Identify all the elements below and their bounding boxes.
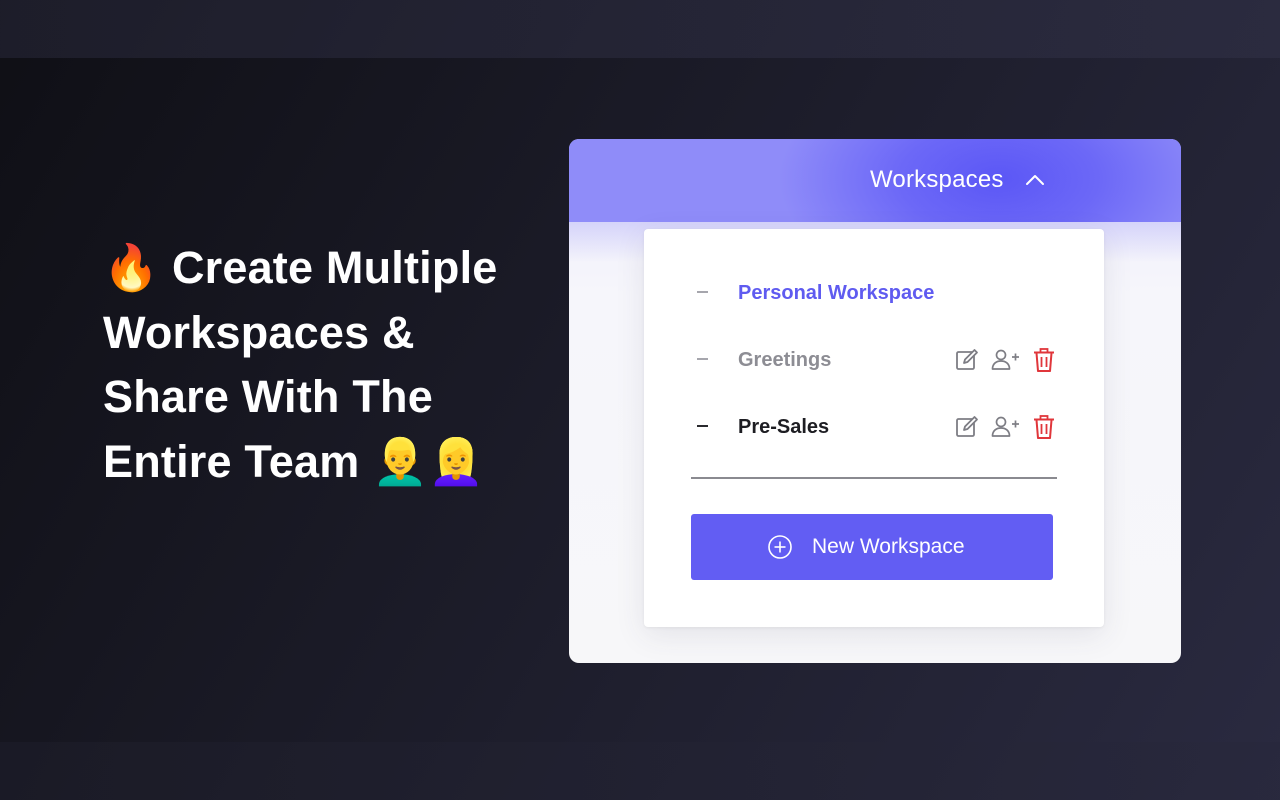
new-workspace-label: New Workspace [812, 535, 965, 558]
dash-icon [697, 358, 708, 360]
workspaces-header[interactable]: Workspaces [569, 139, 1181, 222]
top-band [0, 0, 1280, 58]
headline: 🔥 Create Multiple Workspaces & Share Wit… [103, 236, 543, 494]
new-workspace-button[interactable]: New Workspace [691, 514, 1053, 580]
team-emoji-icon: 👱‍♂️👱‍♀️ [372, 434, 485, 488]
workspace-item-greetings[interactable]: Greetings [644, 337, 1104, 381]
workspace-label[interactable]: Greetings [738, 348, 831, 372]
headline-line-1: 🔥 Create Multiple [103, 241, 498, 294]
trash-icon[interactable] [1031, 347, 1057, 373]
divider [691, 477, 1057, 479]
trash-icon[interactable] [1031, 414, 1057, 440]
workspaces-title: Workspaces [870, 166, 1004, 193]
add-user-icon[interactable] [990, 414, 1020, 440]
add-user-icon[interactable] [990, 347, 1020, 373]
headline-line-2: Workspaces & [103, 306, 415, 358]
workspace-item-personal[interactable]: Personal Workspace [644, 270, 1104, 314]
workspace-actions [954, 414, 1064, 440]
workspace-actions [954, 347, 1064, 373]
chevron-up-icon[interactable] [1024, 170, 1046, 190]
workspace-panel: Personal Workspace Greetings Pre-Sales N… [644, 229, 1104, 627]
fire-emoji-icon: 🔥 [103, 241, 160, 294]
edit-icon[interactable] [954, 414, 980, 440]
dash-icon [697, 425, 708, 427]
edit-icon[interactable] [954, 347, 980, 373]
workspaces-card: Workspaces Personal Workspace Greetings [569, 139, 1181, 663]
dash-icon [697, 291, 708, 293]
workspace-item-pre-sales[interactable]: Pre-Sales [644, 404, 1104, 448]
workspace-label[interactable]: Personal Workspace [738, 281, 934, 305]
bottom-band [0, 742, 1280, 800]
workspace-label[interactable]: Pre-Sales [738, 415, 829, 439]
plus-circle-icon [768, 535, 792, 559]
headline-line-3: Share With The [103, 371, 433, 422]
headline-line-4: Entire Team 👱‍♂️👱‍♀️ [103, 434, 485, 488]
